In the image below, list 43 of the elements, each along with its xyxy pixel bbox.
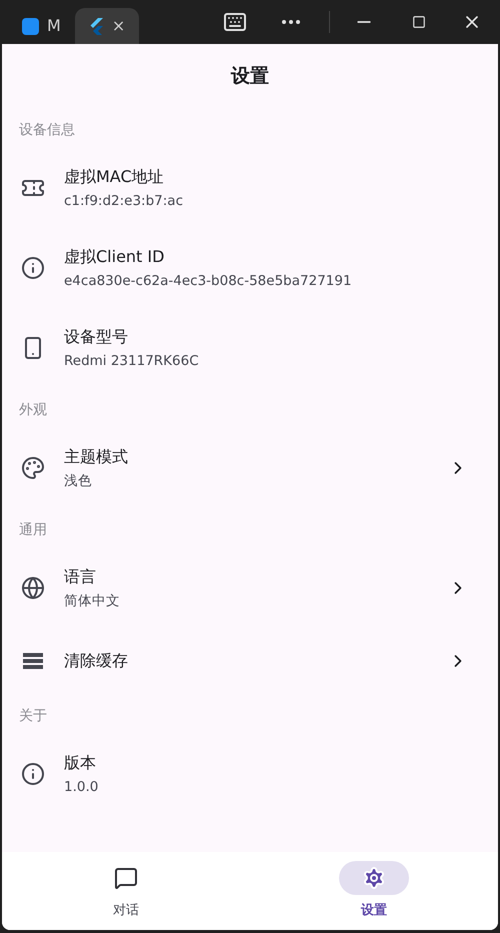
item-subtitle: 简体中文 [64, 592, 121, 611]
palette-icon [21, 456, 45, 480]
flutter-logo-icon [88, 18, 104, 34]
item-subtitle: 1.0.0 [64, 778, 100, 797]
item-title: 虚拟Client ID [64, 246, 166, 268]
app-logo-icon [22, 18, 39, 34]
browser-tab[interactable]: M [8, 8, 75, 44]
item-title: 设备型号 [64, 326, 129, 348]
item-subtitle: Redmi 23117RK66C [64, 352, 200, 371]
info-icon [21, 762, 45, 786]
maximize-icon[interactable] [412, 15, 426, 29]
page-title: 设置 [231, 64, 269, 89]
globe-icon [21, 576, 45, 600]
item-subtitle: 浅色 [64, 472, 93, 491]
item-title: 清除缓存 [64, 650, 129, 672]
item-subtitle: e4ca830e-c62a-4ec3-b08c-58e5ba727191 [64, 272, 353, 291]
item-title: 语言 [64, 566, 97, 588]
browser-tab[interactable]: × [74, 8, 140, 44]
nav-label: 设置 [361, 902, 387, 920]
info-icon [21, 256, 45, 280]
keyboard-icon[interactable] [223, 10, 247, 34]
settings-item[interactable]: 虚拟MAC地址 c1:f9:d2:e3:b7:ac [2, 148, 498, 228]
settings-item[interactable]: 虚拟Client ID e4ca830e-c62a-4ec3-b08c-58e5ba727191 [2, 228, 498, 308]
settings-item[interactable]: 版本 1.0.0 [2, 734, 498, 814]
settings-item[interactable]: 清除缓存 [2, 628, 498, 694]
nav-tab[interactable]: 设置 [250, 852, 498, 930]
item-title: 版本 [64, 752, 97, 774]
tab-label: × [112, 15, 126, 37]
item-title: 主题模式 [64, 446, 129, 468]
section-header: 关于 [19, 706, 47, 726]
settings-item[interactable]: 主题模式 浅色 [2, 428, 498, 508]
settings-item[interactable]: 设备型号 Redmi 23117RK66C [2, 308, 498, 388]
nav-tab[interactable]: 对话 [2, 852, 250, 930]
section-header: 通用 [19, 520, 47, 540]
item-title: 虚拟MAC地址 [64, 166, 165, 188]
settings-item[interactable]: 语言 简体中文 [2, 548, 498, 628]
settings-icon [362, 866, 386, 890]
item-subtitle: c1:f9:d2:e3:b7:ac [64, 192, 184, 211]
tab-label: M [47, 15, 61, 37]
section-header: 设备信息 [19, 120, 75, 140]
section-header: 外观 [19, 400, 47, 420]
nav-label: 对话 [113, 902, 139, 920]
chat-icon [114, 866, 138, 890]
